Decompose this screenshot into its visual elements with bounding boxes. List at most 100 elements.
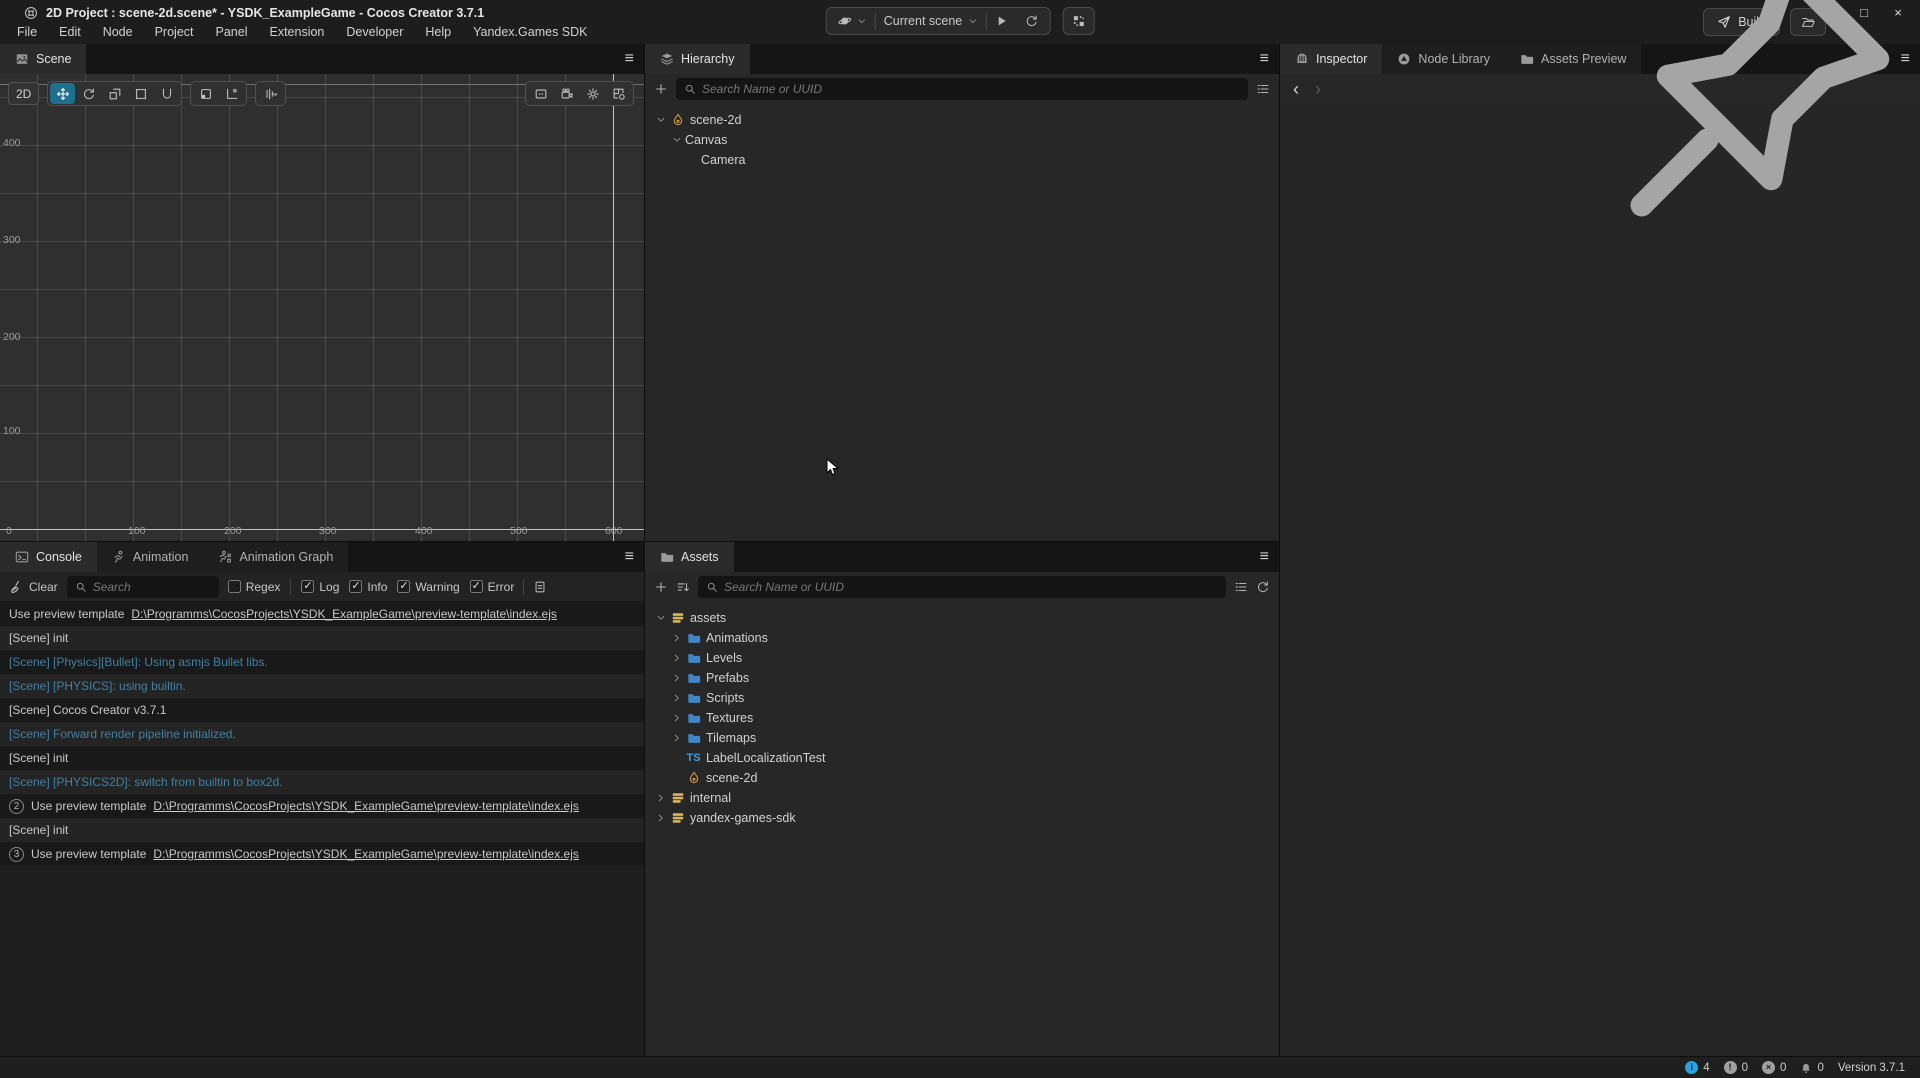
chevron-right-icon[interactable] [653,811,669,825]
hierarchy-list-view-button[interactable] [1256,82,1270,96]
scene-menu-button[interactable]: ≡ [625,44,634,74]
filter-info[interactable]: Info [349,580,387,594]
notification-count[interactable]: 0 [1800,1062,1823,1074]
chevron-right-icon[interactable] [669,731,685,745]
create-node-button[interactable] [654,82,668,96]
menu-edit[interactable]: Edit [48,22,92,42]
filter-error[interactable]: Error [470,580,515,594]
chevron-right-icon[interactable] [669,671,685,685]
play-button[interactable] [986,8,1016,34]
log-row[interactable]: Use preview template D:\Programms\CocosP… [0,602,644,626]
chevron-right-icon[interactable] [669,631,685,645]
tab-animation-graph[interactable]: Animation Graph [203,542,348,572]
camera-view-button[interactable] [554,83,579,104]
refresh-assets-button[interactable] [1256,580,1270,594]
checkbox[interactable] [301,580,314,593]
tree-item-animations[interactable]: Animations [645,628,1279,648]
tree-item-canvas[interactable]: Canvas [645,130,1279,150]
tab-node-library[interactable]: Node Library [1382,44,1505,74]
assets-search-input[interactable] [724,580,1218,594]
menu-help[interactable]: Help [414,22,462,42]
filter-warning[interactable]: Warning [397,580,459,594]
tree-item-scripts[interactable]: Scripts [645,688,1279,708]
menu-node[interactable]: Node [92,22,144,42]
border-view-button[interactable] [528,83,553,104]
tab-hierarchy[interactable]: Hierarchy [645,44,750,74]
scene-select-dropdown[interactable]: Current scene [876,8,986,34]
move-tool-button[interactable] [50,83,75,104]
snap-rotate-tool-button[interactable] [219,83,244,104]
checkbox[interactable] [397,580,410,593]
checkbox[interactable] [470,580,483,593]
console-menu-button[interactable]: ≡ [625,542,634,572]
tree-item-levels[interactable]: Levels [645,648,1279,668]
rotate-tool-button[interactable] [76,83,101,104]
gear-view-button[interactable] [580,83,605,104]
menu-panel[interactable]: Panel [205,22,259,42]
menu-yandex-games-sdk[interactable]: Yandex.Games SDK [462,22,598,42]
log-file-link[interactable]: D:\Programms\CocosProjects\YSDK_ExampleG… [153,799,579,813]
log-row[interactable]: 3Use preview template D:\Programms\Cocos… [0,842,644,866]
chevron-down-icon[interactable] [653,113,669,127]
tree-item-scene-2d[interactable]: scene-2d [645,768,1279,788]
menu-file[interactable]: File [6,22,48,42]
log-file-link[interactable]: D:\Programms\CocosProjects\YSDK_ExampleG… [131,607,557,621]
tree-item-camera[interactable]: Camera [645,150,1279,170]
tree-item-yandex-games-sdk[interactable]: yandex-games-sdk [645,808,1279,828]
history-forward-button[interactable]: › [1315,80,1321,98]
tree-item-assets[interactable]: assets [645,608,1279,628]
rect-tool-button[interactable] [128,83,153,104]
chevron-right-icon[interactable] [669,711,685,725]
checkbox[interactable] [349,580,362,593]
chevron-right-icon[interactable] [669,651,685,665]
log-row[interactable]: [Scene] Cocos Creator v3.7.1 [0,698,644,722]
tab-console[interactable]: Console [0,542,97,572]
tree-item-textures[interactable]: Textures [645,708,1279,728]
warning-count[interactable]: ! 0 [1724,1061,1748,1074]
log-row[interactable]: 2Use preview template D:\Programms\Cocos… [0,794,644,818]
menu-developer[interactable]: Developer [335,22,414,42]
log-row[interactable]: [Scene] init [0,746,644,770]
tab-scene[interactable]: Scene [0,44,86,74]
sort-assets-button[interactable] [676,580,690,594]
preview-platform-button[interactable] [830,8,875,34]
tab-assets[interactable]: Assets [645,542,734,572]
tree-item-tilemaps[interactable]: Tilemaps [645,728,1279,748]
chevron-down-icon[interactable] [653,611,669,625]
wrap-lines-button[interactable] [533,580,547,594]
menu-project[interactable]: Project [144,22,205,42]
log-row[interactable]: [Scene] [PHYSICS]: using builtin. [0,674,644,698]
pin-icon[interactable] [1608,0,1908,239]
log-row[interactable]: [Scene] [PHYSICS2D]: switch from builtin… [0,770,644,794]
log-file-link[interactable]: D:\Programms\CocosProjects\YSDK_ExampleG… [153,847,579,861]
create-asset-button[interactable] [654,580,668,594]
filter-regex[interactable]: Regex [228,580,281,594]
tree-item-scene-2d[interactable]: scene-2d [645,110,1279,130]
console-search-input[interactable] [93,580,211,594]
scene-viewport[interactable]: 4003002001000100200300400500600 2D [0,74,644,541]
tab-animation[interactable]: Animation [97,542,204,572]
snap-grid-tool-button[interactable] [193,83,218,104]
filter-log[interactable]: Log [301,580,339,594]
history-back-button[interactable]: ‹ [1293,80,1299,98]
log-row[interactable]: [Scene] Forward render pipeline initiali… [0,722,644,746]
gizmo-settings-tool-button[interactable] [258,83,283,104]
u-transform-tool-button[interactable] [154,83,179,104]
chevron-down-icon[interactable] [669,133,685,147]
log-row[interactable]: [Scene] init [0,626,644,650]
tree-item-prefabs[interactable]: Prefabs [645,668,1279,688]
tree-item-internal[interactable]: internal [645,788,1279,808]
scale-tool-button[interactable] [102,83,127,104]
assets-list-view-button[interactable] [1234,580,1248,594]
chevron-right-icon[interactable] [669,691,685,705]
hierarchy-menu-button[interactable]: ≡ [1260,44,1269,74]
chevron-right-icon[interactable] [653,791,669,805]
clear-button[interactable]: Clear [9,580,58,594]
tab-inspector[interactable]: Inspector [1280,44,1382,74]
log-row[interactable]: [Scene] [Physics][Bullet]: Using asmjs B… [0,650,644,674]
log-row[interactable]: [Scene] init [0,818,644,842]
assets-menu-button[interactable]: ≡ [1260,542,1269,572]
hierarchy-search-input[interactable] [702,82,1240,96]
preview-devices-button[interactable] [1062,7,1094,35]
error-count[interactable]: × 0 [1762,1061,1786,1074]
